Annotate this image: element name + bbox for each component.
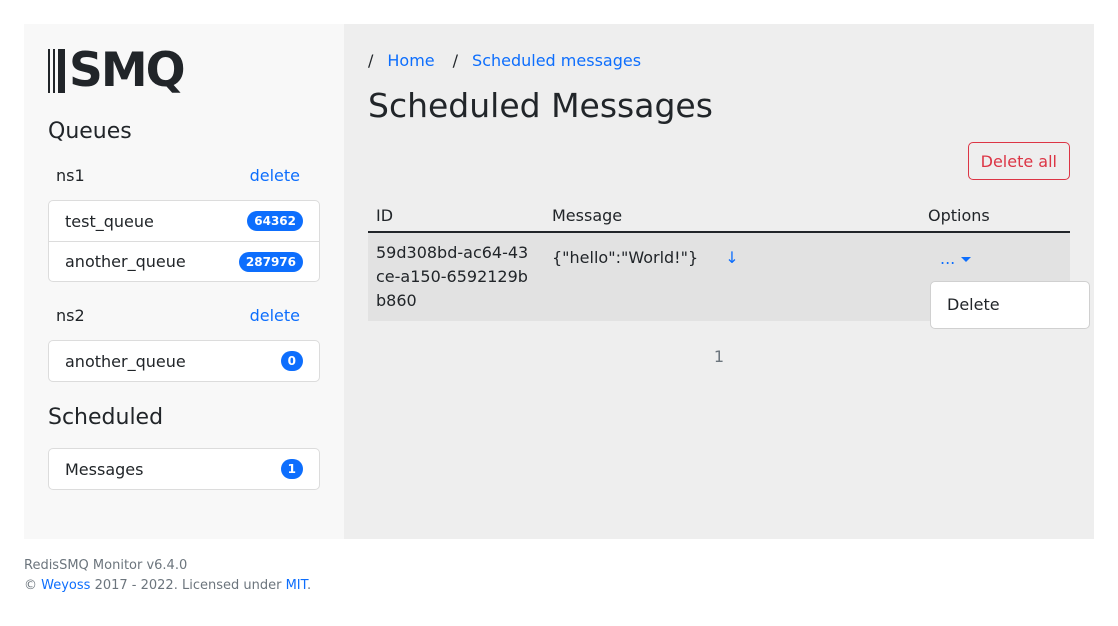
breadcrumb: / Home / Scheduled messages — [368, 48, 1070, 72]
logo[interactable]: SMQ — [48, 43, 320, 98]
scheduled-item-name: Messages — [65, 459, 144, 479]
namespace-ns2-header: ns2 delete — [48, 300, 320, 330]
main-content: / Home / Scheduled messages Scheduled Me… — [344, 24, 1094, 539]
queue-count-badge: 64362 — [247, 211, 303, 231]
breadcrumb-separator: / — [452, 50, 459, 70]
message-body: {"hello":"World!"} — [552, 248, 699, 267]
page-title: Scheduled Messages — [368, 86, 713, 125]
app-layout: SMQ Queues ns1 delete test_queue 64362 a… — [24, 24, 1094, 539]
queue-name: another_queue — [65, 351, 186, 371]
scheduled-messages-item[interactable]: Messages 1 — [49, 449, 319, 489]
footer: RedisSMQ Monitor v6.4.0 © Weyoss 2017 - … — [24, 556, 311, 596]
options-label: ... — [940, 249, 956, 268]
pagination: 1 — [368, 347, 1070, 366]
logo-text: SMQ — [69, 43, 186, 98]
license-link[interactable]: MIT — [286, 578, 307, 593]
footer-copyright: © Weyoss 2017 - 2022. Licensed under MIT… — [24, 576, 311, 596]
sidebar: SMQ Queues ns1 delete test_queue 64362 a… — [24, 24, 344, 539]
table-row: 59d308bd-ac64-43ce-a150-6592129bb860 {"h… — [368, 232, 1090, 329]
queue-list-ns1: test_queue 64362 another_queue 287976 — [48, 200, 320, 282]
scheduled-list: Messages 1 — [48, 448, 320, 490]
queue-item-another-queue-ns2[interactable]: another_queue 0 — [49, 341, 319, 381]
delete-namespace-ns1-link[interactable]: delete — [250, 166, 300, 185]
options-dropdown-menu: Delete — [930, 281, 1090, 329]
breadcrumb-separator: / — [368, 50, 374, 70]
column-header-id: ID — [368, 200, 544, 233]
options-dropdown-toggle[interactable]: ... — [940, 247, 972, 271]
queue-name: another_queue — [65, 252, 186, 271]
queue-count-badge: 0 — [280, 351, 303, 371]
footer-years: 2017 - 2022. Licensed under — [94, 578, 282, 593]
pagination-page[interactable]: 1 — [714, 347, 724, 366]
dropdown-delete-item[interactable]: Delete — [931, 290, 1089, 320]
breadcrumb-home-link[interactable]: Home — [387, 51, 434, 70]
queue-list-ns2: another_queue 0 — [48, 340, 320, 382]
queue-item-test-queue[interactable]: test_queue 64362 — [49, 201, 319, 241]
scheduled-messages-table: ID Message Options 59d308bd-ac64-43ce-a1… — [368, 200, 1090, 329]
queues-heading: Queues — [48, 119, 132, 144]
caret-down-icon — [961, 256, 972, 262]
scheduled-heading: Scheduled — [48, 405, 164, 430]
copyright-symbol: © — [24, 578, 37, 593]
namespace-ns1-header: ns1 delete — [48, 160, 320, 190]
namespace-name: ns1 — [56, 165, 85, 185]
queue-count-badge: 287976 — [238, 251, 303, 272]
footer-version: RedisSMQ Monitor v6.4.0 — [24, 558, 188, 573]
options-cell: ... Delete — [920, 232, 1090, 329]
footer-period: . — [307, 578, 312, 593]
table-header-row: ID Message Options — [368, 200, 1070, 233]
queue-item-another-queue[interactable]: another_queue 287976 — [49, 241, 319, 281]
logo-bars-icon — [48, 49, 65, 93]
column-header-options: Options — [920, 200, 1070, 233]
delete-namespace-ns2-link[interactable]: delete — [250, 306, 300, 325]
author-link[interactable]: Weyoss — [41, 578, 90, 593]
namespace-name: ns2 — [56, 305, 85, 325]
message-id-cell: 59d308bd-ac64-43ce-a150-6592129bb860 — [368, 232, 544, 321]
delete-all-button[interactable]: Delete all — [967, 142, 1070, 180]
queue-name: test_queue — [65, 211, 154, 231]
breadcrumb-scheduled-link[interactable]: Scheduled messages — [472, 51, 641, 70]
toolbar: Delete all — [368, 142, 1070, 180]
scheduled-count-badge: 1 — [280, 459, 303, 479]
column-header-message: Message — [544, 200, 920, 233]
expand-arrow-icon[interactable]: ↓ — [725, 248, 738, 267]
message-body-cell: {"hello":"World!"} ↓ — [544, 232, 920, 321]
